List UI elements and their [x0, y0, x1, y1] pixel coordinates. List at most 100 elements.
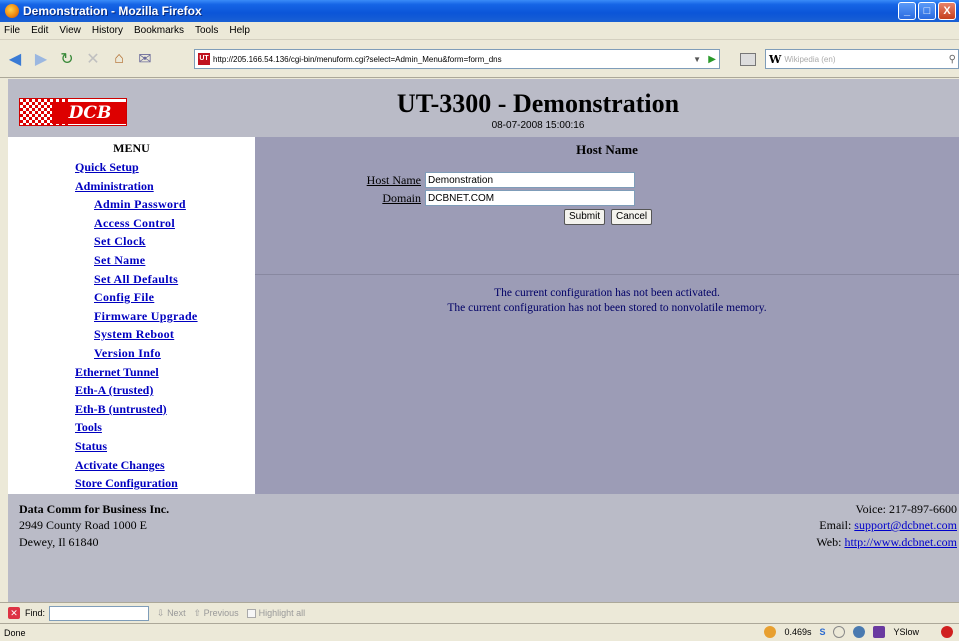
email-link[interactable]: support@dcbnet.com [854, 518, 957, 532]
yslow-label[interactable]: YSlow [893, 627, 919, 637]
sidebar-item-eth-b[interactable]: Eth-B (untrusted) [8, 400, 255, 419]
forward-button[interactable]: ▶ [30, 48, 52, 70]
back-arrow-icon: ◀ [8, 50, 22, 68]
sidebar-item-eth-a[interactable]: Eth-A (trusted) [8, 381, 255, 400]
reload-button[interactable]: ↻ [56, 48, 78, 70]
url-dropdown-icon[interactable]: ▼ [693, 55, 701, 64]
cancel-button[interactable]: Cancel [611, 209, 653, 225]
sidebar-item-set-all-defaults[interactable]: Set All Defaults [8, 270, 255, 289]
window-title: Demonstration - Mozilla Firefox [23, 4, 202, 18]
arrow-up-icon: ⇧ [193, 607, 204, 618]
menu-view[interactable]: View [59, 25, 81, 36]
sidebar-item-system-reboot[interactable]: System Reboot [8, 325, 255, 344]
mail-icon: ✉ [138, 50, 152, 68]
wikipedia-icon[interactable]: W [769, 53, 781, 66]
status-text: Done [4, 627, 26, 638]
close-window-button[interactable]: X [938, 2, 956, 20]
web-link[interactable]: http://www.dcbnet.com [844, 535, 957, 549]
voice-number: 217-897-6600 [889, 502, 957, 516]
find-previous-button[interactable]: ⇧ Previous [194, 608, 239, 619]
sidebar-item-activate-changes[interactable]: Activate Changes [8, 456, 255, 475]
host-name-label: Host Name [366, 172, 421, 187]
domain-label: Domain [382, 190, 421, 205]
address-line-2: Dewey, Il 61840 [19, 535, 99, 549]
arrow-down-icon: ⇩ [157, 607, 168, 618]
sidebar-item-config-file[interactable]: Config File [8, 288, 255, 307]
adblock-icon[interactable] [941, 626, 953, 638]
email-label: Email: [819, 518, 852, 532]
menu-bookmarks[interactable]: Bookmarks [134, 25, 184, 36]
content-divider [255, 274, 959, 275]
sidebar-item-administration[interactable]: Administration [8, 177, 255, 196]
highlight-all-checkbox[interactable]: Highlight all [246, 608, 305, 619]
menu-bar: File Edit View History Bookmarks Tools H… [0, 22, 959, 40]
submit-button[interactable]: Submit [564, 209, 606, 225]
web-label: Web: [816, 535, 842, 549]
voice-label: Voice: [855, 502, 886, 516]
stop-button[interactable]: ✕ [82, 48, 104, 70]
home-button[interactable]: ⌂ [108, 48, 130, 70]
mail-button[interactable]: ✉ [134, 48, 156, 70]
email-contact: Email: support@dcbnet.com [819, 518, 957, 533]
company-name: Data Comm for Business Inc. [19, 502, 170, 516]
address-bar[interactable]: UT http://205.166.54.136/cgi-bin/menufor… [194, 49, 720, 69]
web-page: DCB UT-3300 - Demonstration 08-07-2008 1… [8, 79, 959, 602]
domain-input[interactable] [425, 190, 635, 206]
sidebar-item-quick-setup[interactable]: Quick Setup [8, 158, 255, 177]
search-icon[interactable]: ⚲ [949, 54, 956, 65]
menu-tools[interactable]: Tools [195, 25, 218, 36]
sidebar-item-ethernet-tunnel[interactable]: Ethernet Tunnel [8, 363, 255, 382]
minimize-button[interactable]: _ [898, 2, 916, 20]
search-placeholder: Wikipedia (en) [784, 54, 836, 64]
sidebar-item-set-name[interactable]: Set Name [8, 251, 255, 270]
sidebar-item-access-control[interactable]: Access Control [8, 214, 255, 233]
site-favicon-icon: UT [198, 53, 210, 65]
find-next-button[interactable]: ⇩ Next [157, 608, 186, 619]
page-load-time: 0.469s [784, 627, 812, 637]
print-icon[interactable] [740, 53, 756, 66]
sidebar-item-firmware-upgrade[interactable]: Firmware Upgrade [8, 307, 255, 326]
find-bar: ✕ Find: ⇩ Next ⇧ Previous Highlight all [0, 602, 959, 623]
menu-heading: MENU [113, 141, 150, 155]
menu-help[interactable]: Help [229, 25, 250, 36]
menu-history[interactable]: History [92, 25, 123, 36]
web-contact: Web: http://www.dcbnet.com [816, 535, 957, 550]
status-bar: Done 0.469s S YSlow [0, 623, 959, 641]
home-icon: ⌂ [114, 49, 124, 67]
forward-arrow-icon: ▶ [34, 50, 48, 68]
stop-icon: ✕ [86, 50, 100, 68]
address-line-1: 2949 County Road 1000 E [19, 518, 147, 532]
logo-text: DCB [52, 102, 126, 124]
page-footer: Data Comm for Business Inc. 2949 County … [8, 494, 959, 602]
notice-not-stored: The current configuration has not been s… [447, 302, 767, 314]
navigation-toolbar: ◀ ▶ ↻ ✕ ⌂ ✉ UT http://205.166.54.136/cgi… [0, 40, 959, 78]
sidebar-item-version-info[interactable]: Version Info [8, 344, 255, 363]
url-text[interactable]: http://205.166.54.136/cgi-bin/menuform.c… [213, 55, 502, 64]
yslow-icon[interactable] [873, 626, 886, 638]
window-controls: _ □ X [898, 2, 956, 20]
reload-icon: ↻ [60, 50, 74, 68]
sidebar-item-admin-password[interactable]: Admin Password [8, 195, 255, 214]
go-icon[interactable]: ▶ [708, 54, 716, 65]
search-box[interactable]: W Wikipedia (en) ⚲ [765, 49, 959, 69]
menu-file[interactable]: File [4, 25, 20, 36]
host-name-input[interactable] [425, 172, 635, 188]
page-header: DCB UT-3300 - Demonstration 08-07-2008 1… [8, 79, 959, 137]
page-title: UT-3300 - Demonstration [396, 89, 680, 118]
menu-edit[interactable]: Edit [31, 25, 48, 36]
find-input[interactable] [49, 605, 150, 621]
maximize-button[interactable]: □ [918, 2, 936, 20]
gear-icon[interactable] [853, 626, 866, 638]
firebug-icon[interactable] [764, 626, 777, 638]
sidebar-item-set-clock[interactable]: Set Clock [8, 232, 255, 251]
sidebar-item-tools[interactable]: Tools [8, 418, 255, 437]
sidebar-item-status[interactable]: Status [8, 437, 255, 456]
smiley-icon[interactable] [833, 626, 846, 638]
find-label: Find: [25, 608, 46, 618]
sidebar-item-store-configuration[interactable]: Store Configuration [8, 474, 255, 493]
close-find-bar-icon[interactable]: ✕ [8, 607, 20, 619]
back-button[interactable]: ◀ [4, 48, 26, 70]
host-name-row: Host Name [343, 172, 635, 188]
page-datetime: 08-07-2008 15:00:16 [491, 120, 585, 131]
s-icon[interactable]: S [819, 627, 825, 637]
